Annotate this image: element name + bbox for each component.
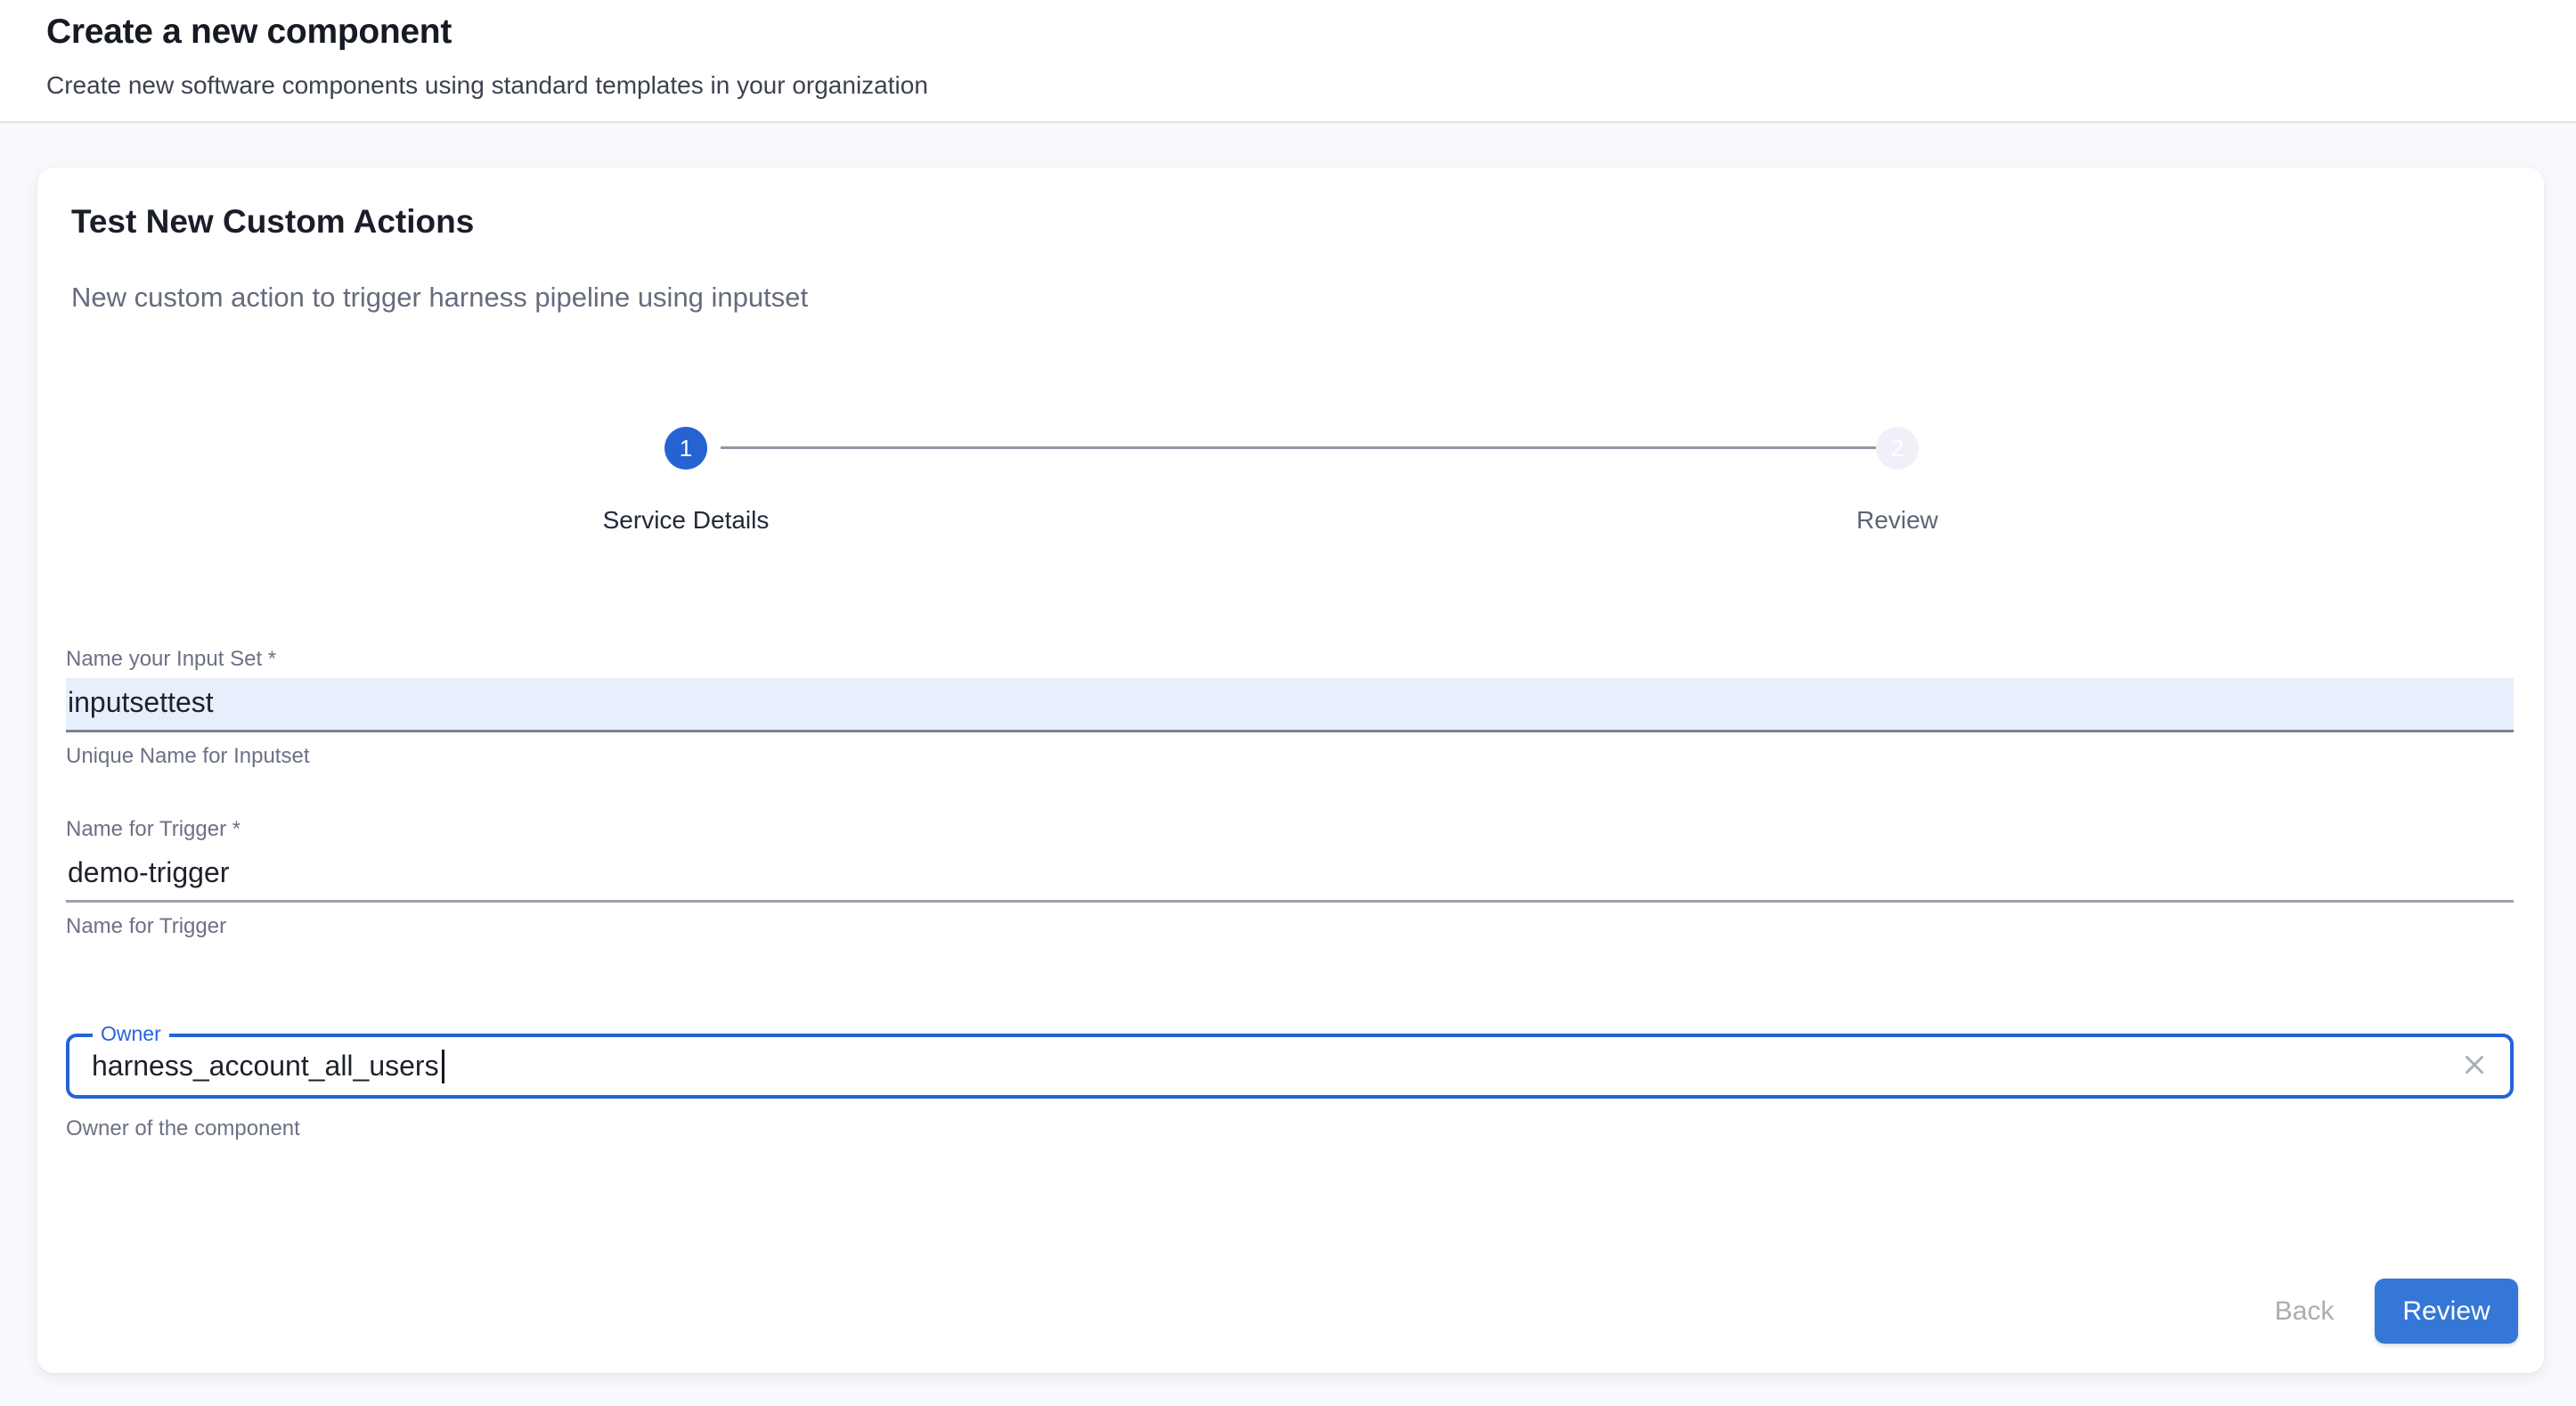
owner-helper: Owner of the component [66, 1116, 2514, 1141]
wizard-actions: Back Review [2250, 1279, 2518, 1344]
step-2-label: Review [1719, 506, 2075, 535]
step-2-number: 2 [1891, 435, 1903, 462]
page-header: Create a new component Create new softwa… [0, 0, 2576, 123]
page-subtitle: Create new software components using sta… [46, 71, 928, 100]
inputset-name-input[interactable] [66, 678, 2514, 732]
trigger-name-helper: Name for Trigger [66, 914, 2514, 939]
template-description: New custom action to trigger harness pip… [71, 282, 808, 314]
x-icon [2459, 1050, 2490, 1083]
owner-input[interactable]: Owner harness_account_all_users [66, 1034, 2514, 1099]
text-cursor [442, 1050, 444, 1083]
trigger-name-input[interactable] [66, 848, 2514, 903]
step-1-label: Service Details [508, 506, 864, 535]
template-title: Test New Custom Actions [71, 203, 474, 241]
step-connector-line [721, 446, 1876, 449]
step-1-indicator: 1 [664, 427, 707, 470]
inputset-name-field-group: Name your Input Set * Unique Name for In… [66, 647, 2514, 769]
clear-owner-button[interactable] [2459, 1051, 2490, 1082]
wizard-card: Test New Custom Actions New custom actio… [37, 168, 2544, 1373]
step-2-indicator: 2 [1876, 427, 1919, 470]
trigger-name-field-group: Name for Trigger * Name for Trigger [66, 817, 2514, 939]
trigger-name-label: Name for Trigger * [66, 817, 2514, 842]
review-button[interactable]: Review [2375, 1279, 2518, 1344]
inputset-name-label: Name your Input Set * [66, 647, 2514, 672]
page-title: Create a new component [46, 12, 452, 52]
back-button[interactable]: Back [2250, 1280, 2359, 1342]
owner-field-group: Owner harness_account_all_users Owner of… [66, 1034, 2514, 1141]
step-1-number: 1 [680, 435, 692, 462]
owner-label: Owner [93, 1022, 169, 1046]
inputset-name-helper: Unique Name for Inputset [66, 744, 2514, 769]
owner-input-value: harness_account_all_users [92, 1050, 439, 1083]
